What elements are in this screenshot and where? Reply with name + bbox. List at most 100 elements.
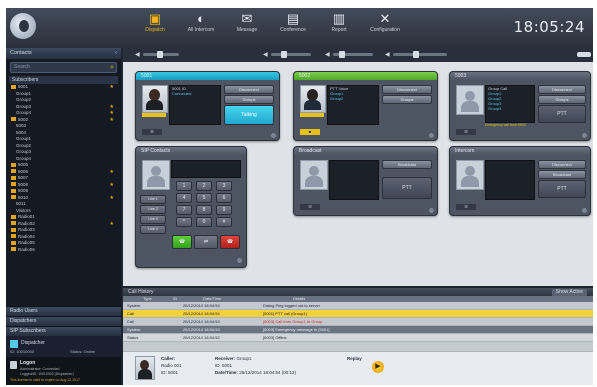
volume-slider-2[interactable]: [271, 51, 311, 58]
sip-keypad-card[interactable]: SIP Contacts 1 2 3 4 5 6 7 8 9 * 0 # Line 1 Line 2 Li…: [135, 146, 247, 268]
tree-item[interactable]: Radio06: [9, 247, 118, 254]
folder-icon: [11, 162, 16, 167]
broadcast-button[interactable]: Broadcast: [538, 170, 586, 179]
keypad-key[interactable]: 1: [176, 181, 192, 191]
log-row[interactable]: Call 25/12/2014 18:04:54 [5001] PTT call (…: [123, 310, 593, 318]
folder-icon: [11, 84, 16, 89]
ptt-button[interactable]: PTT: [538, 105, 586, 123]
info-box: 5001 ID Connected: [169, 85, 221, 125]
avatar: [135, 356, 155, 380]
card-menu-icon[interactable]: ☰: [456, 204, 476, 210]
keypad-key[interactable]: 7: [176, 205, 192, 215]
log-header: Call History Show Active: [123, 288, 593, 296]
nav-message[interactable]: ✉ Message: [224, 10, 270, 46]
volume-slider-4[interactable]: [393, 51, 447, 58]
line-button[interactable]: Line 1: [140, 195, 166, 204]
contact-card[interactable]: 5003 Group Call Group1 Group2 Group3 Gro…: [449, 71, 591, 141]
lock-icon: [10, 361, 17, 369]
contact-card[interactable]: 5001 5001 ID Connected Disconnect Groups…: [135, 71, 280, 141]
card-close-icon[interactable]: [271, 133, 276, 138]
nav-dispatch[interactable]: ▣ Dispatch: [132, 10, 178, 46]
mute-toggle[interactable]: [577, 52, 591, 57]
disconnect-button[interactable]: Disconnect: [538, 85, 586, 94]
clock: 18:05:24: [513, 18, 585, 36]
log-row[interactable]: System 25/12/2014 18:04:53 [5003] Emergenc…: [123, 326, 593, 334]
keypad-key[interactable]: 9: [216, 205, 232, 215]
nav-report[interactable]: ▥ Report: [316, 10, 362, 46]
broadcast-card[interactable]: Broadcast Broadcast PTT ☰: [293, 146, 438, 216]
nav-intercom[interactable]: ◐ All Intercom: [178, 10, 224, 46]
groups-button[interactable]: Groups: [538, 95, 586, 104]
folder-icon: [11, 195, 16, 200]
ptt-icon[interactable]: ■: [300, 129, 320, 135]
volume-slider-3[interactable]: [333, 51, 373, 58]
ptt-button[interactable]: PTT: [538, 180, 586, 198]
intercom-card[interactable]: Intercom Disconnect Broadcast PTT ☰: [449, 146, 591, 216]
keypad-key[interactable]: #: [216, 217, 232, 227]
search-icon[interactable]: ⌕: [110, 63, 114, 72]
app-window: ▣ Dispatch ◐ All Intercom ✉ Message ▤ Co…: [6, 8, 593, 385]
folder-icon: [11, 169, 16, 174]
info-box: [329, 160, 379, 200]
folder-icon: [11, 234, 16, 239]
volume-slider-1[interactable]: [143, 51, 179, 58]
card-close-icon[interactable]: [582, 208, 587, 213]
groups-button[interactable]: Groups: [382, 95, 432, 104]
hangup-button[interactable]: ☎: [220, 235, 240, 249]
disconnect-button[interactable]: Disconnect: [538, 160, 586, 169]
keypad-key[interactable]: 0: [196, 217, 212, 227]
collapse-icon[interactable]: ‹: [115, 48, 117, 59]
top-bar: ▣ Dispatch ◐ All Intercom ✉ Message ▤ Co…: [6, 8, 593, 48]
conference-icon: ▤: [286, 11, 300, 26]
keypad-key[interactable]: 4: [176, 193, 192, 203]
keypad-key[interactable]: 3: [216, 181, 232, 191]
line-button[interactable]: Line 2: [140, 205, 166, 214]
keypad-key[interactable]: 2: [196, 181, 212, 191]
dispatcher-panel: Dispatcher ID: 10010003 Status: Online: [6, 336, 121, 358]
disconnect-button[interactable]: Disconnect: [224, 85, 274, 94]
section-dispatchers[interactable]: Dispatchers: [6, 316, 121, 326]
folder-icon: [11, 214, 16, 219]
talk-button[interactable]: Talking: [224, 105, 274, 125]
call-button[interactable]: ☎: [172, 235, 192, 249]
card-close-icon[interactable]: [429, 133, 434, 138]
card-menu-icon[interactable]: ☰: [456, 129, 476, 135]
card-close-icon[interactable]: [582, 133, 587, 138]
keypad-key[interactable]: 6: [216, 193, 232, 203]
sidebar-header: Contacts ‹: [6, 48, 121, 59]
card-close-icon[interactable]: [237, 258, 242, 263]
info-box: PTT Voice Group1 Group2: [327, 85, 379, 125]
log-row[interactable]: System 25/12/2014 18:04:54 Dialog Ping log…: [123, 302, 593, 310]
hold-button[interactable]: ⇄: [194, 235, 218, 249]
show-active-button[interactable]: Show Active: [551, 288, 587, 296]
broadcast-button[interactable]: Broadcast: [382, 160, 432, 169]
keypad-key[interactable]: *: [176, 217, 192, 227]
card-close-icon[interactable]: [429, 208, 434, 213]
intercom-icon: ◐: [197, 11, 205, 26]
section-sip-subscribers[interactable]: SIP Subscribers: [6, 326, 121, 336]
speaker-icon: ◀: [325, 52, 330, 58]
ptt-button[interactable]: PTT: [382, 177, 432, 199]
dispatcher-icon: [10, 340, 18, 348]
speaker-icon: ◀: [135, 52, 140, 58]
keypad-key[interactable]: 5: [196, 193, 212, 203]
line-button[interactable]: Line 4: [140, 225, 166, 234]
folder-icon: [11, 247, 16, 252]
log-row[interactable]: Call 25/12/2014 18:04:53 [5003] Call from …: [123, 318, 593, 326]
line-button[interactable]: Line 3: [140, 215, 166, 224]
card-menu-icon[interactable]: ☰: [300, 204, 320, 210]
dial-display[interactable]: [171, 160, 241, 178]
section-radio-users[interactable]: Radio Users: [6, 306, 121, 316]
groups-button[interactable]: Groups: [224, 95, 274, 104]
nav-conference[interactable]: ▤ Conference: [270, 10, 316, 46]
contact-card[interactable]: 5002 PTT Voice Group1 Group2 Disconnect …: [293, 71, 438, 141]
tree-rows: 5001 ★ Group1 Group2 Group3 ★ Group4 ★ 5002 ★ 5003…: [9, 84, 118, 253]
disconnect-button[interactable]: Disconnect: [382, 85, 432, 94]
keypad-key[interactable]: 8: [196, 205, 212, 215]
search-input[interactable]: Search ⌕: [10, 62, 117, 73]
log-row[interactable]: Status 25/12/2014 18:04:52 [5003] Offline: [123, 334, 593, 342]
nav-config[interactable]: ✕ Configuration: [362, 10, 408, 46]
tree-header[interactable]: Subscribers: [9, 76, 118, 84]
card-menu-icon[interactable]: ☰: [142, 129, 162, 135]
play-icon[interactable]: ▶: [372, 361, 384, 373]
